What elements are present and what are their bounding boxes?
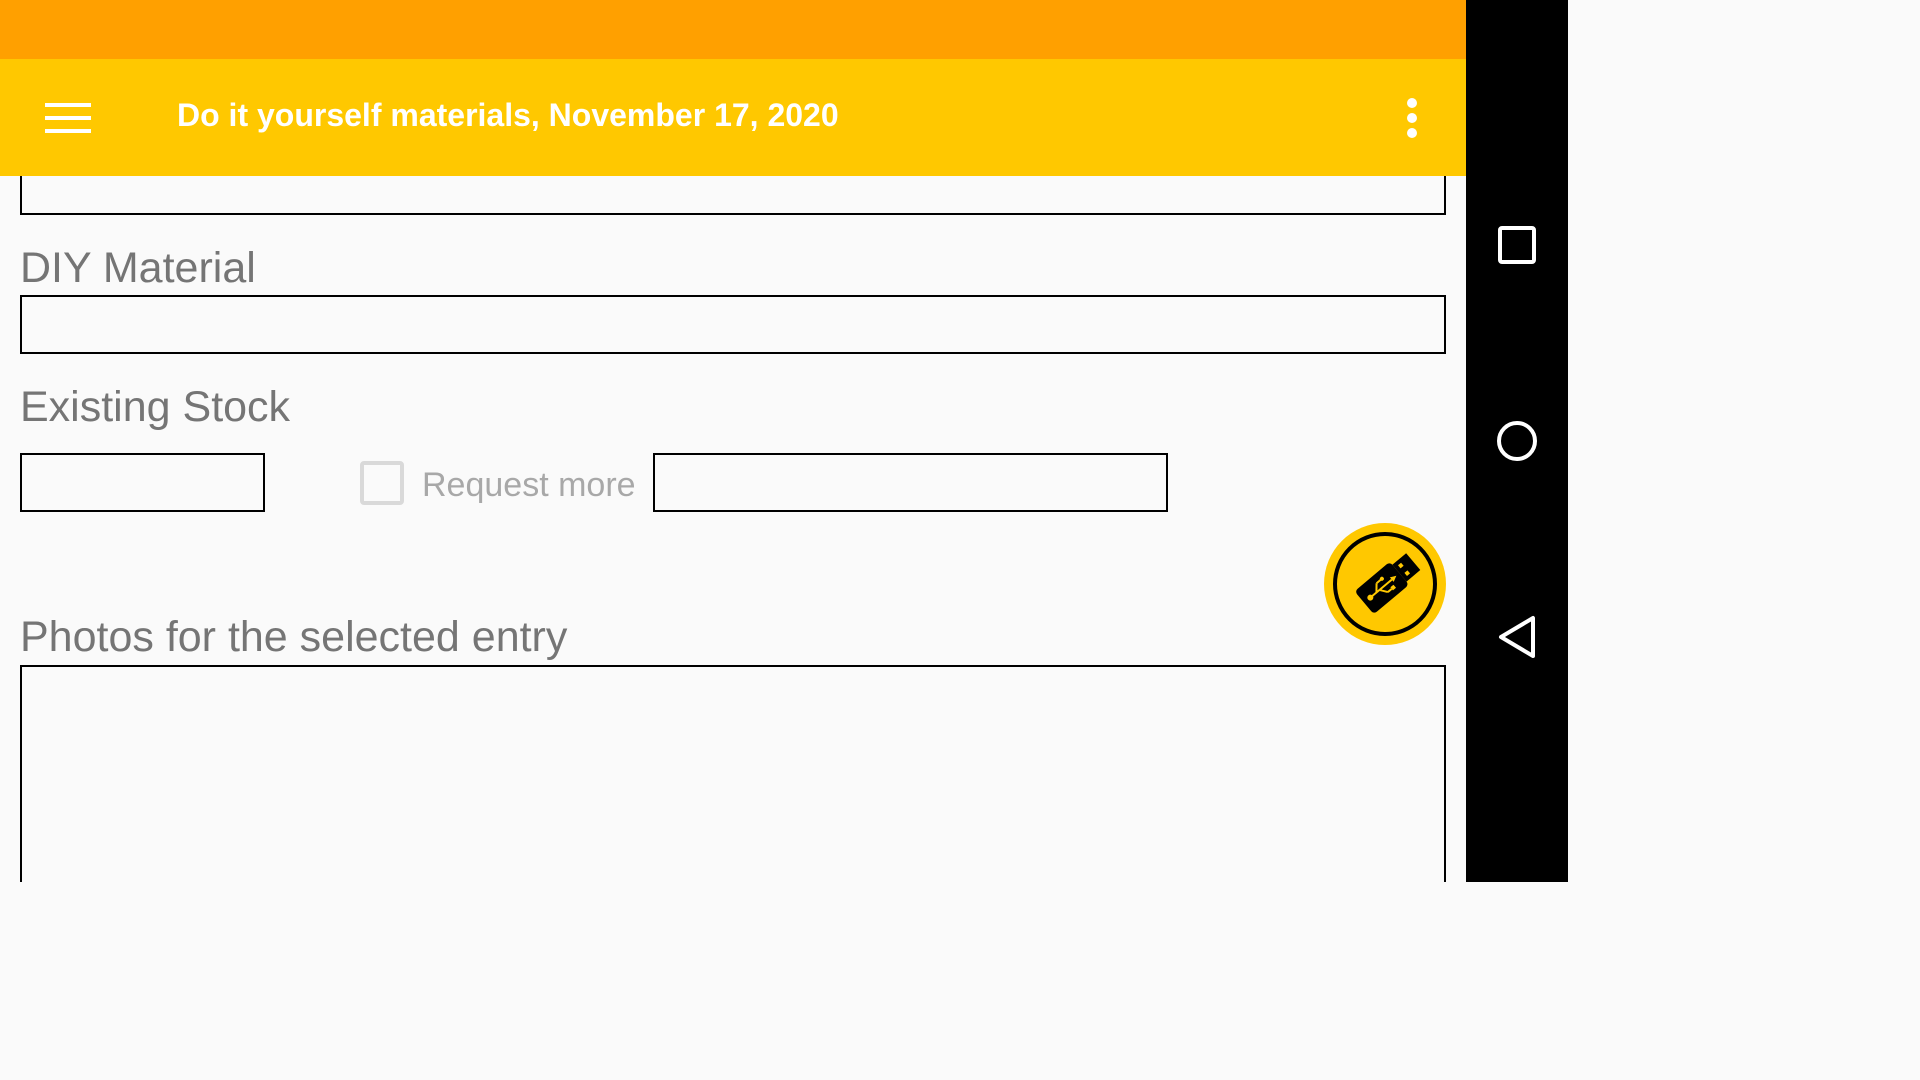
diy-material-input[interactable] — [20, 295, 1446, 354]
back-button[interactable] — [1487, 607, 1547, 667]
hamburger-menu-icon — [45, 103, 91, 133]
form-content: DIY Material Existing Stock Request more — [0, 176, 1466, 882]
previous-field-input[interactable] — [20, 176, 1446, 215]
app-bar: Do it yourself materials, November 17, 2… — [0, 59, 1466, 176]
triangle-back-icon — [1499, 616, 1535, 658]
photos-label: Photos for the selected entry — [20, 613, 568, 661]
menu-button[interactable] — [30, 83, 106, 153]
diy-material-label: DIY Material — [20, 244, 256, 292]
more-vert-icon — [1407, 98, 1417, 138]
square-recents-icon — [1498, 226, 1536, 264]
existing-stock-label: Existing Stock — [20, 383, 291, 431]
usb-export-button-ring — [1333, 532, 1437, 636]
app-title: Do it yourself materials, November 17, 2… — [177, 97, 839, 133]
usb-drive-icon — [1356, 553, 1421, 613]
home-button[interactable] — [1487, 411, 1547, 471]
navigation-bar — [1466, 0, 1568, 882]
existing-stock-input[interactable] — [20, 453, 265, 512]
recents-button[interactable] — [1487, 215, 1547, 275]
status-bar — [0, 0, 1466, 59]
request-more-input[interactable] — [653, 453, 1168, 512]
photos-area[interactable] — [20, 665, 1446, 882]
request-more-label[interactable]: Request more — [422, 466, 636, 505]
overflow-menu-button[interactable] — [1388, 83, 1436, 153]
circle-home-icon — [1497, 421, 1537, 461]
request-more-checkbox[interactable] — [360, 461, 404, 505]
usb-export-button[interactable] — [1324, 523, 1446, 645]
